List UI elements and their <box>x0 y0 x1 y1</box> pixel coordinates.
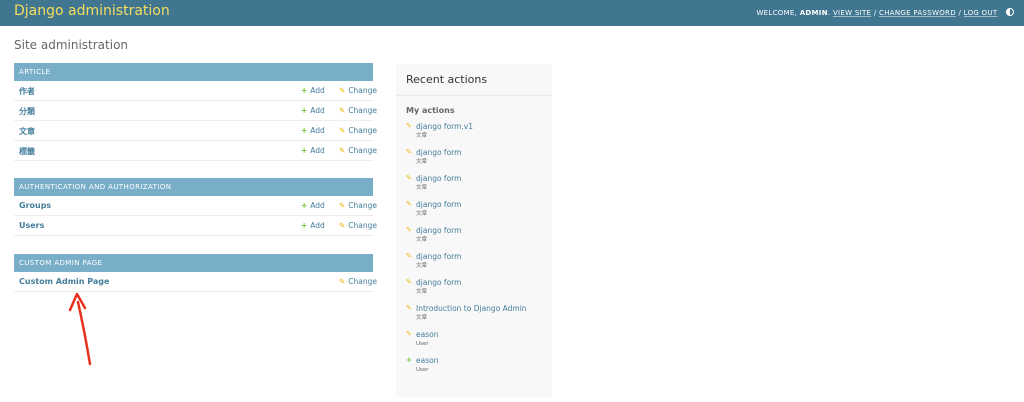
view-site-link[interactable]: VIEW SITE <box>833 9 871 17</box>
pencil-icon: ✎ <box>406 200 412 208</box>
user-tools: WELCOME, ADMIN. VIEW SITE / CHANGE PASSW… <box>756 8 1014 17</box>
table-row: Users + Add ✎ Change <box>14 216 377 236</box>
list-item[interactable]: ✎ Introduction to Django Admin 文章 <box>406 304 552 330</box>
pencil-icon: ✎ <box>406 122 412 130</box>
add-link[interactable]: + Add <box>301 86 325 95</box>
pencil-icon: ✎ <box>339 277 346 286</box>
table-row: 文章 + Add ✎ Change <box>14 121 377 141</box>
log-out-link[interactable]: LOG OUT <box>964 9 998 17</box>
model-link[interactable]: Groups <box>19 201 51 210</box>
pencil-icon: ✎ <box>339 201 346 210</box>
pencil-icon: ✎ <box>406 304 412 312</box>
page-title: Site administration <box>14 38 129 52</box>
recent-actions-title: Recent actions <box>396 64 552 96</box>
model-link[interactable]: Custom Admin Page <box>19 277 109 286</box>
change-link[interactable]: ✎ Change <box>339 201 377 210</box>
pencil-icon: ✎ <box>339 106 346 115</box>
table-row: 標籤 + Add ✎ Change <box>14 141 377 161</box>
change-link[interactable]: ✎ Change <box>339 277 377 286</box>
separator: / <box>873 9 877 17</box>
pencil-icon: ✎ <box>406 330 412 338</box>
list-item[interactable]: ✎ eason User <box>406 330 552 356</box>
list-item[interactable]: ✎ django form 文章 <box>406 148 552 174</box>
site-brand[interactable]: Django administration <box>14 3 170 19</box>
pencil-icon: ✎ <box>406 174 412 182</box>
plus-icon: + <box>301 221 308 230</box>
pencil-icon: ✎ <box>339 221 346 230</box>
welcome-text: WELCOME, <box>756 9 798 17</box>
plus-icon: + <box>301 201 308 210</box>
plus-icon: + <box>301 126 308 135</box>
model-link[interactable]: 文章 <box>19 126 35 137</box>
change-link[interactable]: ✎ Change <box>339 221 377 230</box>
table-row: 作者 + Add ✎ Change <box>14 81 377 101</box>
change-link[interactable]: ✎ Change <box>339 146 377 155</box>
model-link[interactable]: 作者 <box>19 86 35 97</box>
module-caption[interactable]: AUTHENTICATION AND AUTHORIZATION <box>14 178 373 196</box>
pencil-icon: ✎ <box>339 146 346 155</box>
table-row: 分類 + Add ✎ Change <box>14 101 377 121</box>
model-link[interactable]: 標籤 <box>19 146 35 157</box>
recent-actions-panel: Recent actions My actions ✎ django form.v… <box>396 64 552 397</box>
pencil-icon: ✎ <box>406 148 412 156</box>
pencil-icon: ✎ <box>406 226 412 234</box>
list-item[interactable]: + eason User <box>406 356 552 382</box>
pencil-icon: ✎ <box>406 252 412 260</box>
add-link[interactable]: + Add <box>301 201 325 210</box>
list-item[interactable]: ✎ django form 文章 <box>406 174 552 200</box>
module-caption[interactable]: CUSTOM ADMIN PAGE <box>14 254 373 272</box>
change-link[interactable]: ✎ Change <box>339 86 377 95</box>
pencil-icon: ✎ <box>339 86 346 95</box>
list-item[interactable]: ✎ django form 文章 <box>406 200 552 226</box>
add-link[interactable]: + Add <box>301 126 325 135</box>
table-row: Groups + Add ✎ Change <box>14 196 377 216</box>
list-item[interactable]: ✎ django form 文章 <box>406 226 552 252</box>
annotation-arrow-icon <box>68 292 92 366</box>
plus-icon: + <box>301 106 308 115</box>
separator: / <box>958 9 962 17</box>
plus-icon: + <box>406 356 412 364</box>
add-link[interactable]: + Add <box>301 146 325 155</box>
pencil-icon: ✎ <box>339 126 346 135</box>
change-password-link[interactable]: CHANGE PASSWORD <box>879 9 956 17</box>
header-bar: Django administration WELCOME, ADMIN. VI… <box>0 0 1024 26</box>
model-link[interactable]: Users <box>19 221 44 230</box>
list-item[interactable]: ✎ django form 文章 <box>406 278 552 304</box>
model-link[interactable]: 分類 <box>19 106 35 117</box>
module-auth: AUTHENTICATION AND AUTHORIZATION Groups … <box>14 178 377 236</box>
table-row: Custom Admin Page ✎ Change <box>14 272 377 292</box>
add-link[interactable]: + Add <box>301 221 325 230</box>
plus-icon: + <box>301 146 308 155</box>
change-link[interactable]: ✎ Change <box>339 126 377 135</box>
plus-icon: + <box>301 86 308 95</box>
theme-toggle-icon[interactable] <box>1006 8 1014 16</box>
my-actions-subtitle: My actions <box>406 106 455 115</box>
module-caption[interactable]: ARTICLE <box>14 63 373 81</box>
list-item[interactable]: ✎ django form.v1 文章 <box>406 122 552 148</box>
username: ADMIN <box>799 9 828 17</box>
change-link[interactable]: ✎ Change <box>339 106 377 115</box>
module-article: ARTICLE 作者 + Add ✎ Change 分類 + Add ✎ Change … <box>14 63 377 161</box>
pencil-icon: ✎ <box>406 278 412 286</box>
add-link[interactable]: + Add <box>301 106 325 115</box>
list-item[interactable]: ✎ django form 文章 <box>406 252 552 278</box>
module-custom-admin: CUSTOM ADMIN PAGE Custom Admin Page ✎ Cha… <box>14 254 377 292</box>
actions-list: ✎ django form.v1 文章 ✎ django form 文章 ✎ django… <box>396 122 552 382</box>
